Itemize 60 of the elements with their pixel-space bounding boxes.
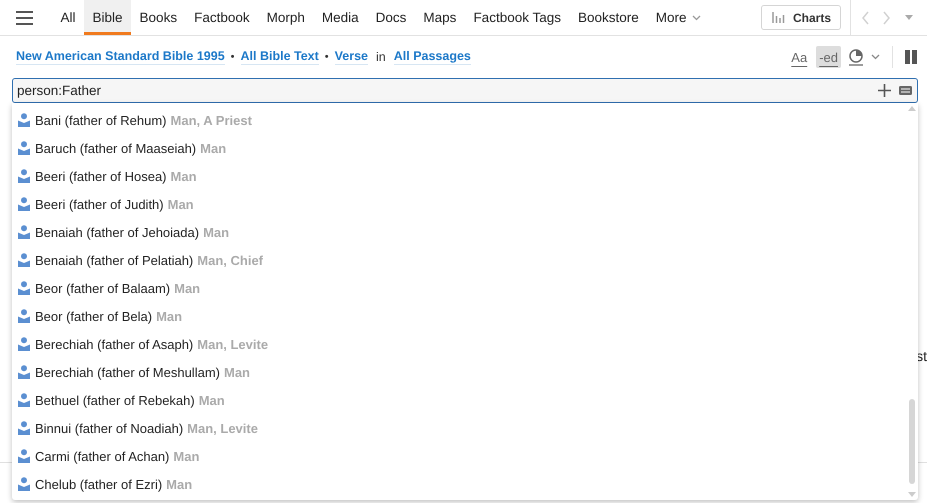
dropdown-caret-icon[interactable] <box>905 15 913 20</box>
more-menu-tab[interactable]: More <box>647 0 710 35</box>
view-toggle[interactable]: Aa <box>788 46 810 68</box>
person-icon <box>18 197 30 211</box>
person-icon <box>18 393 30 407</box>
range-link[interactable]: All Passages <box>394 49 471 65</box>
person-icon <box>18 169 30 183</box>
suggestion-item[interactable]: Berechiah (father of Meshullam) Man <box>12 358 906 386</box>
scope-link[interactable]: All Bible Text <box>240 49 319 65</box>
tab[interactable]: Factbook <box>186 0 258 35</box>
keyboard-icon[interactable] <box>899 86 912 95</box>
person-icon <box>18 365 30 379</box>
tab[interactable]: All <box>52 0 84 35</box>
person-icon <box>18 477 30 491</box>
scope-link[interactable]: New American Standard Bible 1995 <box>16 49 225 65</box>
separator-dot: • <box>324 51 329 63</box>
suggestion-item[interactable]: Benaiah (father of Jehoiada) Man <box>12 218 906 246</box>
suggestion-item[interactable]: Binnui (father of Noadiah) Man, Levite <box>12 414 906 442</box>
suggestion-item[interactable]: Baruch (father of Maaseiah) Man <box>12 134 906 162</box>
menu-icon[interactable] <box>14 10 36 26</box>
suggestion-item[interactable]: Bethuel (father of Rebekah) Man <box>12 386 906 414</box>
chevron-down-icon <box>692 14 701 20</box>
suggestion-item[interactable]: Beor (father of Bela) Man <box>12 302 906 330</box>
person-icon <box>18 337 30 351</box>
tab[interactable]: Morph <box>258 0 314 35</box>
charts-button[interactable]: Charts <box>760 5 841 30</box>
tab[interactable]: Bible <box>84 0 132 35</box>
person-icon <box>18 309 30 323</box>
tab[interactable]: Bookstore <box>570 0 648 35</box>
suggestion-item[interactable]: Chelub (father of Ezri) Man <box>12 470 906 498</box>
tab[interactable]: Docs <box>367 0 415 35</box>
tab[interactable]: Maps <box>414 0 465 35</box>
tab[interactable]: Books <box>131 0 186 35</box>
scrollbar-thumb[interactable] <box>909 399 915 484</box>
columns-icon[interactable] <box>905 50 917 64</box>
person-icon <box>18 421 30 435</box>
suggestion-item[interactable]: Carmi (father of Achan) Man <box>12 442 906 470</box>
person-icon <box>18 253 30 267</box>
person-icon <box>18 281 30 295</box>
scope-link[interactable]: Verse <box>334 49 368 65</box>
suggestion-item[interactable]: Berechiah (father of Asaph) Man, Levite <box>12 330 906 358</box>
person-icon <box>18 113 30 127</box>
plus-icon[interactable] <box>878 84 891 97</box>
chevron-down-icon[interactable] <box>871 54 880 60</box>
suggestion-item[interactable]: Beeri (father of Judith) Man <box>12 190 906 218</box>
bar-chart-icon <box>772 12 785 23</box>
search-field[interactable]: person:Father <box>12 78 918 103</box>
connector-text: in <box>376 50 386 64</box>
tab[interactable]: Factbook Tags <box>464 0 570 35</box>
person-icon <box>18 449 30 463</box>
suggestion-item[interactable]: Bani (father of Rehum) Man, A Priest <box>12 106 906 134</box>
person-icon <box>18 225 30 239</box>
tab[interactable]: Media <box>313 0 368 35</box>
suggestion-item[interactable]: Beeri (father of Hosea) Man <box>12 162 906 190</box>
suggestion-item[interactable]: Benaiah (father of Pelatiah) Man, Chief <box>12 246 906 274</box>
view-toggle[interactable]: -ed <box>816 46 841 68</box>
half-circle-icon[interactable] <box>847 48 865 66</box>
person-icon <box>18 141 30 155</box>
separator-dot: • <box>230 51 235 63</box>
suggestion-item[interactable]: Beor (father of Balaam) Man <box>12 274 906 302</box>
